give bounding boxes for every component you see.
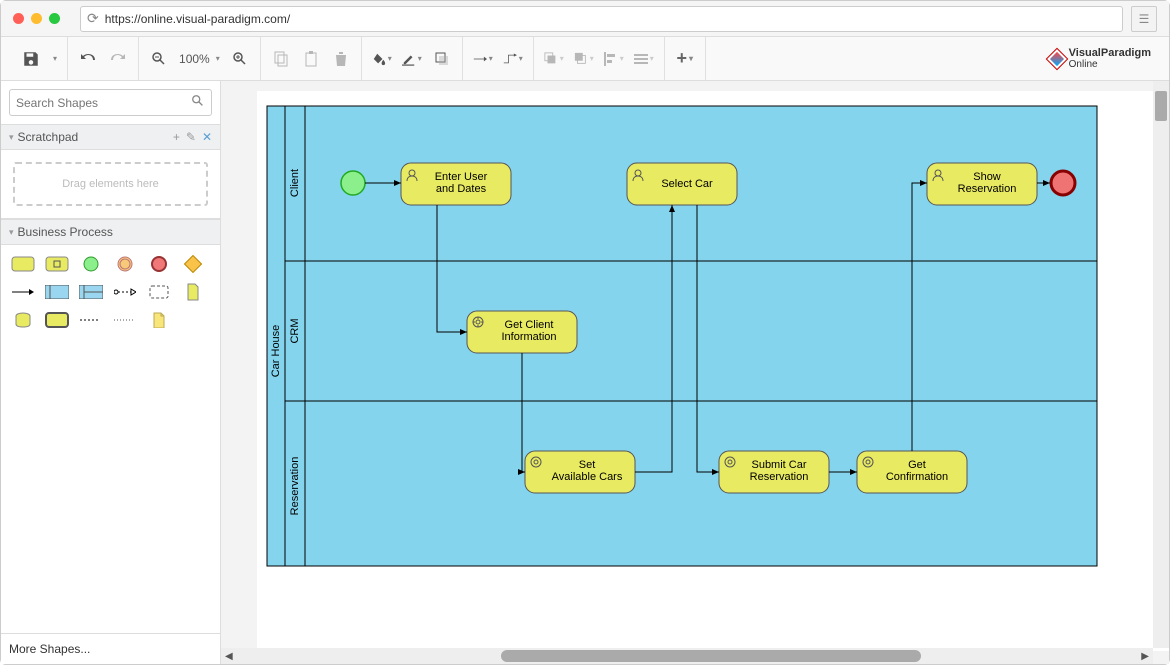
- canvas[interactable]: Car House Client CRM Reservation: [257, 91, 1169, 651]
- scratchpad-header[interactable]: ▾ Scratchpad + ✎ ✕: [1, 124, 220, 150]
- save-dropdown[interactable]: ▾: [53, 54, 57, 63]
- shape-call-activity[interactable]: [45, 311, 69, 329]
- shapes-palette: [1, 245, 220, 339]
- zoom-dropdown[interactable]: ▾: [216, 54, 220, 63]
- scratchpad-add-icon[interactable]: +: [173, 130, 180, 144]
- shape-lane[interactable]: [79, 283, 103, 301]
- waypoint-button[interactable]: ▾: [503, 49, 523, 69]
- activity-label: Select Car: [661, 178, 713, 190]
- lane-crm-label: CRM: [289, 318, 301, 343]
- scroll-right-icon[interactable]: ▶: [1141, 651, 1149, 662]
- paste-button[interactable]: [301, 49, 321, 69]
- menu-button[interactable]: ☰: [1131, 6, 1157, 32]
- shape-data-object[interactable]: [181, 283, 205, 301]
- shape-sequence-flow[interactable]: [11, 283, 35, 301]
- connection-button[interactable]: ▾: [473, 49, 493, 69]
- zoom-level[interactable]: 100% ▾: [179, 52, 220, 66]
- drop-hint: Drag elements here: [13, 162, 208, 206]
- activity-submit-reservation[interactable]: Submit CarReservation: [719, 451, 829, 493]
- scrollbar-thumb[interactable]: [501, 650, 921, 662]
- scrollbar-thumb[interactable]: [1155, 91, 1167, 121]
- scroll-left-icon[interactable]: ◀: [225, 651, 233, 662]
- activity-label: Enter Userand Dates: [435, 171, 488, 195]
- shape-data-store[interactable]: [11, 311, 35, 329]
- redo-button[interactable]: [108, 49, 128, 69]
- shape-gateway[interactable]: [181, 255, 205, 273]
- bp-title: Business Process: [18, 225, 212, 239]
- to-front-button[interactable]: ▾: [544, 49, 564, 69]
- zoom-value: 100%: [179, 52, 210, 66]
- activity-show-reservation[interactable]: ShowReservation: [927, 163, 1037, 205]
- shape-task[interactable]: [11, 255, 35, 273]
- disclosure-icon: ▾: [9, 132, 14, 143]
- shape-start-event[interactable]: [79, 255, 103, 273]
- shape-annotation-flow[interactable]: [113, 311, 137, 329]
- lane-reservation-label: Reservation: [289, 457, 301, 516]
- shape-message-flow[interactable]: [113, 283, 137, 301]
- save-button[interactable]: [21, 49, 41, 69]
- more-shapes-link[interactable]: More Shapes...: [1, 633, 220, 664]
- vertical-scrollbar[interactable]: [1153, 81, 1169, 648]
- activity-set-cars[interactable]: SetAvailable Cars: [525, 451, 635, 493]
- url-input[interactable]: [105, 12, 1116, 26]
- activity-select-car[interactable]: Select Car: [627, 163, 737, 205]
- disclosure-icon: ▾: [9, 227, 14, 238]
- logo-text-1: VisualParadigm: [1069, 47, 1151, 59]
- copy-button[interactable]: [271, 49, 291, 69]
- bpmn-diagram[interactable]: Car House Client CRM Reservation: [257, 91, 1169, 651]
- url-bar[interactable]: ⟳: [80, 6, 1123, 32]
- lane-client-label: Client: [289, 169, 301, 197]
- workspace: ▾ Scratchpad + ✎ ✕ Drag elements here ▾ …: [1, 81, 1169, 664]
- maximize-window-button[interactable]: [49, 13, 60, 24]
- search-container: [1, 81, 220, 124]
- start-event[interactable]: [341, 171, 365, 195]
- shape-intermediate-event[interactable]: [113, 255, 137, 273]
- fill-color-button[interactable]: ▾: [372, 49, 392, 69]
- align-button[interactable]: ▾: [604, 49, 624, 69]
- undo-button[interactable]: [78, 49, 98, 69]
- pool-label: Car House: [270, 325, 282, 378]
- logo-text-2: Online: [1069, 59, 1151, 70]
- distribute-button[interactable]: ▾: [634, 49, 654, 69]
- shape-group[interactable]: [147, 283, 171, 301]
- minimize-window-button[interactable]: [31, 13, 42, 24]
- zoom-in-button[interactable]: [230, 49, 250, 69]
- activity-enter-user[interactable]: Enter Userand Dates: [401, 163, 511, 205]
- activity-label: Get ClientInformation: [501, 319, 556, 343]
- titlebar: ⟳ ☰: [1, 1, 1169, 37]
- search-icon[interactable]: [191, 94, 205, 111]
- search-box[interactable]: [9, 89, 212, 116]
- horizontal-scrollbar[interactable]: ◀ ▶: [221, 648, 1153, 664]
- search-input[interactable]: [16, 96, 191, 110]
- shape-pool[interactable]: [45, 283, 69, 301]
- to-back-button[interactable]: ▾: [574, 49, 594, 69]
- reload-icon[interactable]: ⟳: [87, 10, 99, 27]
- scratchpad-area[interactable]: Drag elements here: [1, 150, 220, 219]
- scratchpad-close-icon[interactable]: ✕: [202, 130, 212, 144]
- toolbar: ▾ 100% ▾ ▾: [1, 37, 1169, 81]
- add-button[interactable]: +▾: [675, 49, 695, 69]
- scratchpad-title: Scratchpad: [18, 130, 173, 144]
- shape-subprocess[interactable]: [45, 255, 69, 273]
- canvas-viewport[interactable]: Car House Client CRM Reservation: [221, 81, 1169, 664]
- zoom-out-button[interactable]: [149, 49, 169, 69]
- shape-association[interactable]: [79, 311, 103, 329]
- canvas-area: Car House Client CRM Reservation: [221, 81, 1169, 664]
- shadow-button[interactable]: [432, 49, 452, 69]
- close-window-button[interactable]: [13, 13, 24, 24]
- delete-button[interactable]: [331, 49, 351, 69]
- business-process-header[interactable]: ▾ Business Process: [1, 219, 220, 245]
- line-color-button[interactable]: ▾: [402, 49, 422, 69]
- scratchpad-edit-icon[interactable]: ✎: [186, 130, 196, 144]
- shape-annotation[interactable]: [147, 311, 171, 329]
- app-logo: VisualParadigm Online: [1049, 47, 1159, 70]
- activity-get-confirmation[interactable]: GetConfirmation: [857, 451, 967, 493]
- activity-get-client[interactable]: Get ClientInformation: [467, 311, 577, 353]
- logo-icon: [1045, 47, 1068, 70]
- shape-end-event[interactable]: [147, 255, 171, 273]
- sidebar: ▾ Scratchpad + ✎ ✕ Drag elements here ▾ …: [1, 81, 221, 664]
- end-event[interactable]: [1051, 171, 1075, 195]
- activity-label: Submit CarReservation: [750, 459, 809, 483]
- window-controls: [13, 13, 60, 24]
